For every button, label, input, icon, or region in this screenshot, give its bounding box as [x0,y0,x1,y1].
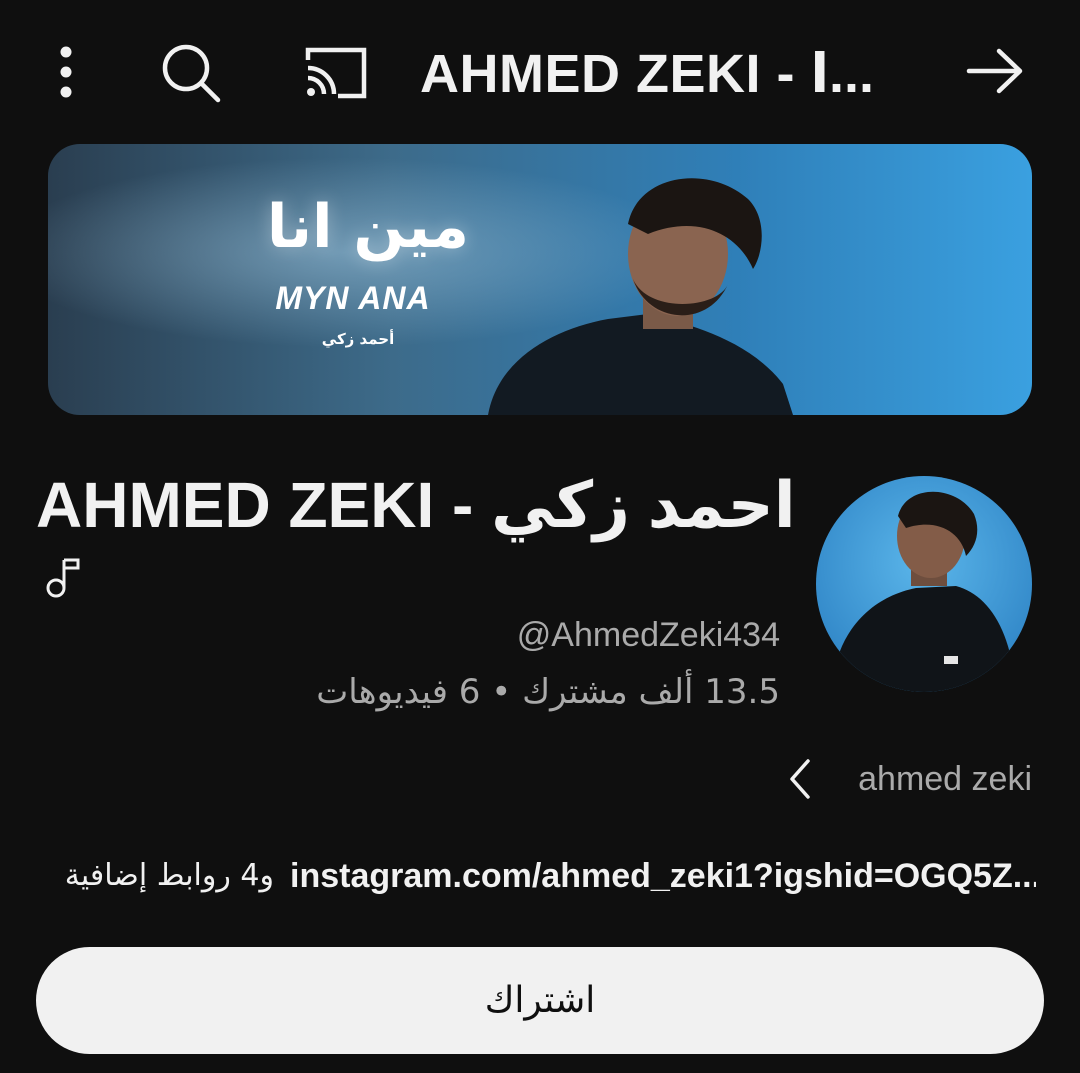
channel-page: AHMED ZEKI - ا... مين انا MYN ANA أحمد ز… [0,0,1080,1073]
channel-avatar[interactable] [816,476,1032,692]
banner-artwork [48,144,1032,415]
music-note-icon [46,558,80,598]
top-bar-title: AHMED ZEKI - ا... [420,44,875,104]
chevron-left-icon[interactable] [786,758,814,800]
channel-handle: @AhmedZeki434 [516,616,780,654]
channel-name: AHMED ZEKI - احمد زكي [36,469,796,541]
banner-title-english: MYN ANA [275,280,431,316]
cast-icon[interactable] [304,46,368,100]
more-links[interactable]: و4 روابط إضافية [48,852,274,900]
channel-description: ahmed zeki [858,760,1032,798]
banner-title-arabic: مين انا [266,192,470,262]
subscribe-button[interactable]: اشتراك [36,947,1044,1054]
channel-link-instagram[interactable]: instagram.com/ahmed_zeki1?igshid=OGQ5Z..… [290,852,1036,900]
top-app-bar: AHMED ZEKI - ا... [0,0,1080,144]
more-vert-icon[interactable] [50,46,82,98]
avatar-image [816,476,1032,692]
forward-arrow-icon[interactable] [966,48,1024,94]
channel-stats: 13.5 ألف مشترك • 6 فيديوهات [316,672,780,712]
search-icon[interactable] [160,42,222,104]
banner-subtitle: أحمد زكي [321,330,395,348]
channel-banner[interactable]: مين انا MYN ANA أحمد زكي [48,144,1032,415]
